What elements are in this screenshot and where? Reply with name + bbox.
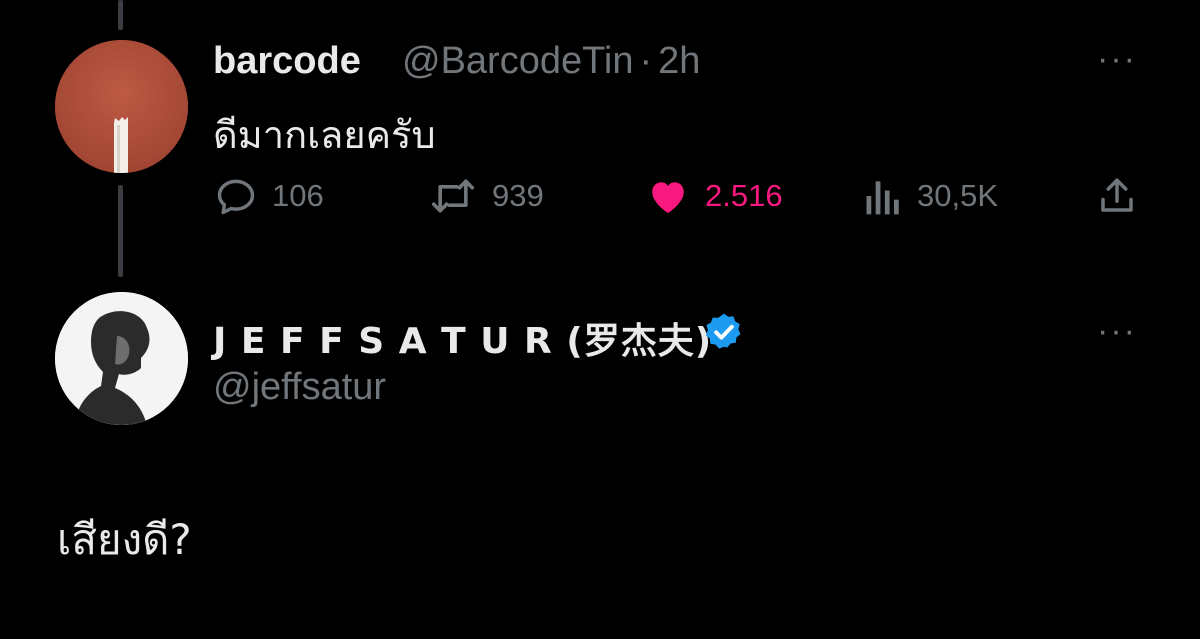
portrait-avatar-image xyxy=(55,292,188,425)
retweet-icon xyxy=(431,179,475,213)
reply-handle[interactable]: @BarcodeTin · 2h xyxy=(402,40,700,83)
reply-text: ดีมากเลยครับ xyxy=(213,113,436,157)
like-action[interactable]: 2.516 xyxy=(645,174,783,218)
thread-line-top xyxy=(118,0,123,30)
thread-line-middle xyxy=(118,185,123,277)
main-handle[interactable]: @jeffsatur xyxy=(213,366,386,409)
retweet-action[interactable]: 939 xyxy=(428,174,544,218)
analytics-bars-icon xyxy=(866,181,899,215)
reply-separator: · xyxy=(639,40,653,82)
heart-filled-icon xyxy=(652,182,684,214)
reply-display-name[interactable]: barcode xyxy=(213,40,361,83)
views-count: 30,5K xyxy=(917,178,999,213)
main-tweet-text: เสียงดี? xyxy=(57,515,192,564)
retweet-count: 939 xyxy=(492,178,544,213)
barcode-avatar[interactable] xyxy=(55,40,188,173)
verified-badge xyxy=(703,311,745,358)
reply-timestamp[interactable]: 2h xyxy=(658,40,700,82)
reply-action[interactable]: 106 xyxy=(214,174,324,218)
main-display-name[interactable]: J E F F S A T U R (罗杰夫) xyxy=(213,312,712,364)
share-icon xyxy=(1101,178,1133,212)
jeffsatur-avatar[interactable] xyxy=(55,292,188,425)
like-count: 2.516 xyxy=(705,178,783,213)
reply-handle-text[interactable]: @BarcodeTin xyxy=(402,40,634,82)
candle-avatar-image xyxy=(55,40,188,173)
views-action[interactable]: 30,5K xyxy=(863,174,998,218)
reply-count: 106 xyxy=(272,178,324,213)
share-action[interactable] xyxy=(1096,174,1138,218)
comment-icon xyxy=(217,179,255,215)
reply-more-button[interactable]: ··· xyxy=(1097,42,1137,76)
main-more-button[interactable]: ··· xyxy=(1097,314,1137,348)
verified-badge-icon xyxy=(705,313,741,349)
